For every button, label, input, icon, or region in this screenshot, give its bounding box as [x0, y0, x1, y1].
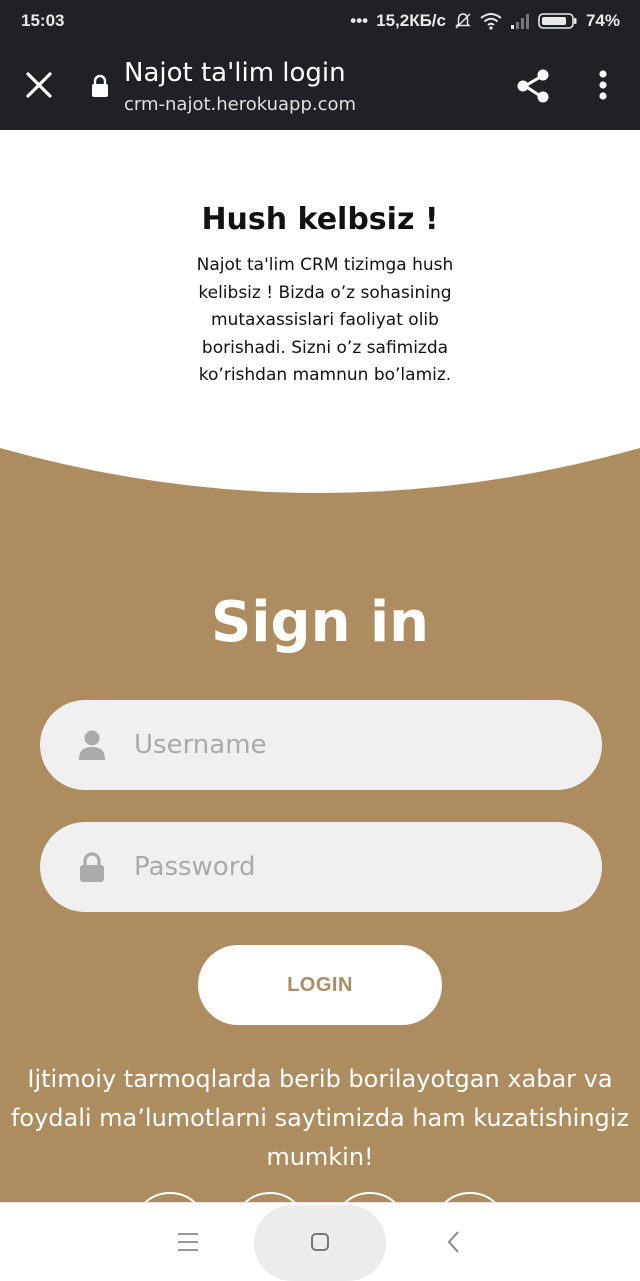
lock-icon	[92, 74, 108, 97]
page-url[interactable]: crm-najot.herokuapp.com	[124, 94, 356, 115]
network-speed: 15,2КБ/с	[376, 11, 446, 30]
home-icon[interactable]	[310, 1232, 330, 1252]
social-text: Ijtimoiy tarmoqlarda berib borilayotgan …	[10, 1065, 630, 1171]
page-title: Najot ta'lim login	[124, 58, 346, 88]
battery-percent: 74%	[585, 11, 620, 30]
password-input[interactable]	[132, 822, 572, 912]
username-field	[40, 700, 602, 790]
username-input[interactable]	[132, 700, 572, 790]
status-bar: 15:03 ••• 15,2КБ/с 74%	[0, 0, 640, 42]
navigation-bar	[0, 1202, 640, 1281]
status-time: 15:03	[21, 11, 65, 30]
password-field	[40, 822, 602, 912]
browser-toolbar: Najot ta'lim login crm-najot.herokuapp.c…	[0, 42, 640, 130]
welcome-title: Hush kelbsiz !	[201, 202, 439, 237]
status-indicators: ••• 15,2КБ/с 74%	[350, 11, 620, 31]
signal-icon	[510, 14, 529, 29]
more-vertical-icon[interactable]	[588, 66, 618, 106]
wifi-icon	[480, 13, 502, 30]
login-button[interactable]: LOGIN	[198, 945, 442, 1025]
share-icon[interactable]	[514, 66, 552, 106]
lock-icon	[80, 852, 104, 882]
back-icon[interactable]	[446, 1230, 462, 1254]
status-dots: •••	[350, 11, 369, 30]
battery-icon	[538, 13, 577, 29]
welcome-text: Najot ta'lim CRM tizimga hush kelibsiz !…	[196, 255, 454, 385]
bell-muted-icon	[455, 13, 471, 29]
menu-icon[interactable]	[176, 1231, 200, 1253]
user-icon	[79, 730, 105, 760]
signin-title: Sign in	[210, 590, 430, 655]
close-icon[interactable]	[22, 68, 56, 102]
page-content: Hush kelbsiz ! Najot ta'lim CRM tizimga …	[0, 130, 640, 1202]
